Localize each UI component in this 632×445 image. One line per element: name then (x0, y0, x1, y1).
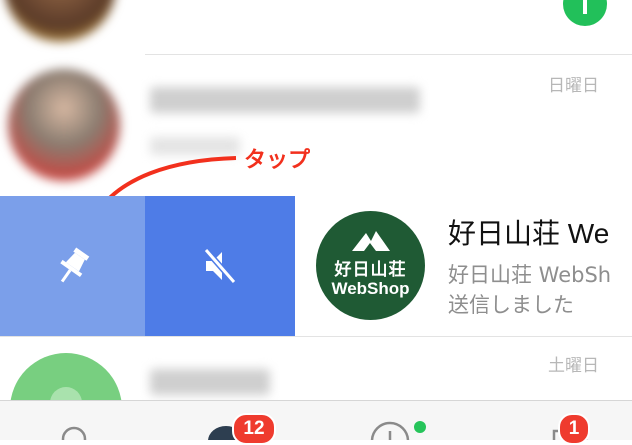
tab-bar: 12 1 (0, 400, 632, 445)
shop-logo: 好日山荘 WebShop (316, 211, 425, 320)
chat-title-blurred (150, 369, 270, 395)
pin-button[interactable] (0, 196, 145, 336)
chat-date: 土曜日 (548, 356, 599, 376)
chat-preview-line-1: 好日山荘 WebSh (448, 263, 612, 287)
mute-icon (203, 248, 237, 284)
tab-chats[interactable]: 12 (160, 401, 280, 445)
logo-text-kanji: 好日山荘 (334, 260, 407, 280)
chat-row-4[interactable]: 土曜日 (0, 337, 632, 400)
chat-row-3[interactable]: 好日山荘 WebShop 好日山荘 We 好日山荘 WebSh 送信しました (295, 196, 632, 336)
chat-title: 好日山荘 We (448, 218, 610, 249)
logo-text-latin: WebShop (331, 279, 410, 298)
avatar (10, 353, 122, 400)
chat-preview-line-2: 送信しました (448, 293, 574, 317)
mountain-icon (352, 231, 390, 251)
tab-wallet[interactable]: 1 (510, 401, 630, 445)
timeline-icon (370, 421, 410, 440)
tab-friends[interactable] (14, 401, 134, 440)
mute-button[interactable] (145, 196, 295, 336)
chat-preview: 好日山荘 WebSh 送信しました (448, 260, 611, 320)
pin-icon (59, 247, 89, 283)
chats-badge: 12 (232, 413, 276, 445)
timeline-dot (414, 421, 426, 433)
tab-timeline[interactable] (330, 401, 450, 440)
wallet-badge: 1 (558, 413, 590, 445)
friends-icon (61, 426, 87, 440)
